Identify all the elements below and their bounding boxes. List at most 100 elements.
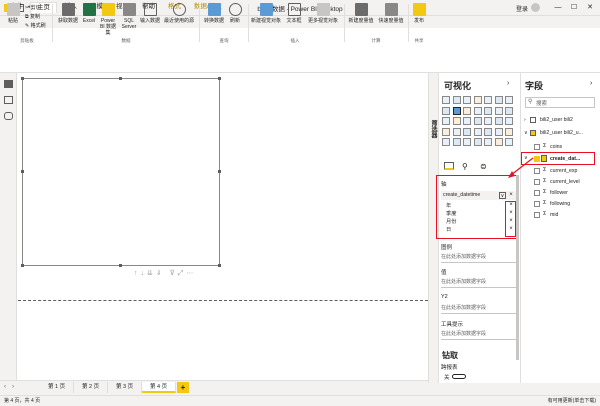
visual-type-icon[interactable] <box>452 117 461 125</box>
new-measure-button[interactable]: 新建度量值 <box>347 3 375 24</box>
visual-type-icon[interactable] <box>505 138 513 146</box>
resize-handle[interactable] <box>218 170 221 173</box>
hierarchy-year[interactable]: 年 <box>446 202 451 209</box>
visual-type-icon[interactable] <box>473 138 482 146</box>
visual-type-icon[interactable] <box>484 96 492 104</box>
visual-type-icon[interactable] <box>484 117 492 125</box>
pane-scrollbar[interactable] <box>516 175 519 360</box>
pbi-datasets-button[interactable]: Power BI 数据集 <box>98 3 118 36</box>
visual-type-icon[interactable] <box>473 106 482 115</box>
visual-type-icon[interactable] <box>463 117 471 125</box>
add-page-button[interactable]: + <box>177 382 189 393</box>
legend-drop-zone[interactable]: 在此处添加数据字段 <box>441 252 517 263</box>
remove-day-icon[interactable]: × <box>508 226 514 233</box>
new-visual-button[interactable]: 新建视觉对象 <box>250 3 282 24</box>
remove-year-icon[interactable]: × <box>508 202 514 209</box>
format-painter-button[interactable]: ✎ 格式刷 <box>25 23 46 30</box>
visual-type-icon[interactable] <box>494 127 503 136</box>
visual-type-icon[interactable] <box>463 127 471 136</box>
chevron-down-icon[interactable]: ∨ <box>499 192 506 199</box>
collapse-fields-icon[interactable]: › <box>590 80 592 87</box>
sign-in-link[interactable]: 登录 <box>516 4 528 13</box>
field-name[interactable]: create_dat... <box>550 156 580 162</box>
visual-type-icon[interactable] <box>494 138 503 146</box>
remove-month-icon[interactable]: × <box>508 218 514 225</box>
visual-type-icon[interactable] <box>442 138 450 146</box>
tooltips-drop-zone[interactable]: 在此处添加数据字段 <box>441 329 517 340</box>
page-tab-2[interactable]: 第 2 页 <box>74 382 109 393</box>
resize-handle[interactable] <box>21 264 24 267</box>
update-available-link[interactable]: 有可用更新(单击下载) <box>548 397 596 404</box>
hierarchy-month[interactable]: 月份 <box>446 218 456 225</box>
report-view-icon[interactable] <box>4 80 13 88</box>
visual-type-icon[interactable] <box>452 127 461 136</box>
publish-button[interactable]: 发布 <box>411 3 427 24</box>
prev-page-icon[interactable]: ‹ <box>4 384 6 390</box>
excel-button[interactable]: Excel <box>82 3 96 24</box>
refresh-button[interactable]: 刷新 <box>228 3 242 24</box>
values-drop-zone[interactable]: 在此处添加数据字段 <box>441 277 517 288</box>
resize-handle[interactable] <box>119 264 122 267</box>
next-page-icon[interactable]: › <box>12 384 14 390</box>
quick-measure-button[interactable]: 快速度量值 <box>377 3 405 24</box>
cut-button[interactable]: ✂ 剪切 <box>25 5 41 12</box>
copy-button[interactable]: ⧉ 复制 <box>25 14 40 21</box>
visual-type-icon[interactable] <box>463 106 471 115</box>
collapse-pane-icon[interactable]: › <box>507 80 509 87</box>
visual-type-icon[interactable] <box>442 106 450 115</box>
table-name[interactable]: bili2_user bili2_u... <box>540 130 583 136</box>
sql-server-button[interactable]: SQL Server <box>120 3 138 30</box>
visual-type-icon[interactable] <box>442 117 450 125</box>
visual-type-icon[interactable] <box>442 96 450 104</box>
field-checkbox[interactable] <box>534 190 540 196</box>
paste-button[interactable]: 粘贴 <box>4 3 22 24</box>
remove-field-icon[interactable]: × <box>508 192 514 199</box>
visual-header-tools[interactable]: ↑↓⇊⇓ ⊽⤢⋯ <box>134 269 196 278</box>
avatar[interactable] <box>531 3 540 12</box>
visual-type-icon[interactable] <box>452 96 461 104</box>
page-tab-4[interactable]: 第 4 页 <box>142 382 177 393</box>
page-tab-3[interactable]: 第 3 页 <box>108 382 143 393</box>
visual-type-icon[interactable] <box>505 127 513 136</box>
field-checkbox[interactable] <box>534 201 540 207</box>
field-checkbox[interactable] <box>534 144 540 150</box>
visual-type-icon[interactable] <box>494 117 503 125</box>
visual-type-icon[interactable] <box>473 127 482 136</box>
data-view-icon[interactable] <box>4 96 13 104</box>
hierarchy-quarter[interactable]: 季度 <box>446 210 456 217</box>
visual-type-icon[interactable] <box>494 96 503 104</box>
visual-type-icon[interactable] <box>505 117 513 125</box>
transform-data-button[interactable]: 转换数据 <box>202 3 226 24</box>
enter-data-button[interactable]: 输入数据 <box>140 3 160 24</box>
hierarchy-day[interactable]: 日 <box>446 226 451 233</box>
visual-type-icon[interactable] <box>463 96 471 104</box>
cross-report-toggle[interactable] <box>452 374 466 379</box>
remove-quarter-icon[interactable]: × <box>508 210 514 217</box>
visual-type-icon[interactable] <box>505 106 513 115</box>
table-name[interactable]: bili2_user bili2 <box>540 117 573 123</box>
resize-handle[interactable] <box>21 77 24 80</box>
chart-visual[interactable] <box>22 78 220 266</box>
minimize-button[interactable]: — <box>552 2 564 14</box>
recent-sources-button[interactable]: 最近使用的源 <box>162 3 196 24</box>
visual-type-icon[interactable] <box>442 127 450 136</box>
close-button[interactable]: ✕ <box>584 2 596 14</box>
resize-handle[interactable] <box>218 77 221 80</box>
visual-type-icon[interactable] <box>484 127 492 136</box>
expand-table-icon[interactable]: › <box>524 117 526 123</box>
visual-type-icon[interactable] <box>452 138 461 146</box>
analytics-icon[interactable]: ⊜ <box>480 162 487 171</box>
collapse-table-icon[interactable]: ∨ <box>524 130 528 136</box>
maximize-button[interactable]: ☐ <box>568 2 580 14</box>
visual-type-icon[interactable] <box>473 96 482 104</box>
field-checkbox[interactable] <box>534 212 540 218</box>
text-box-button[interactable]: 文本框 <box>284 3 304 24</box>
resize-handle[interactable] <box>21 170 24 173</box>
fields-well-tab-icon[interactable] <box>444 162 454 170</box>
visual-type-icon[interactable] <box>463 138 471 146</box>
more-visuals-button[interactable]: 更多视觉对象 <box>306 3 340 24</box>
page-tab-1[interactable]: 第 1 页 <box>40 382 75 393</box>
visual-type-icon[interactable] <box>452 106 461 115</box>
resize-handle[interactable] <box>119 77 122 80</box>
y2-drop-zone[interactable]: 在此处添加数据字段 <box>441 303 517 314</box>
